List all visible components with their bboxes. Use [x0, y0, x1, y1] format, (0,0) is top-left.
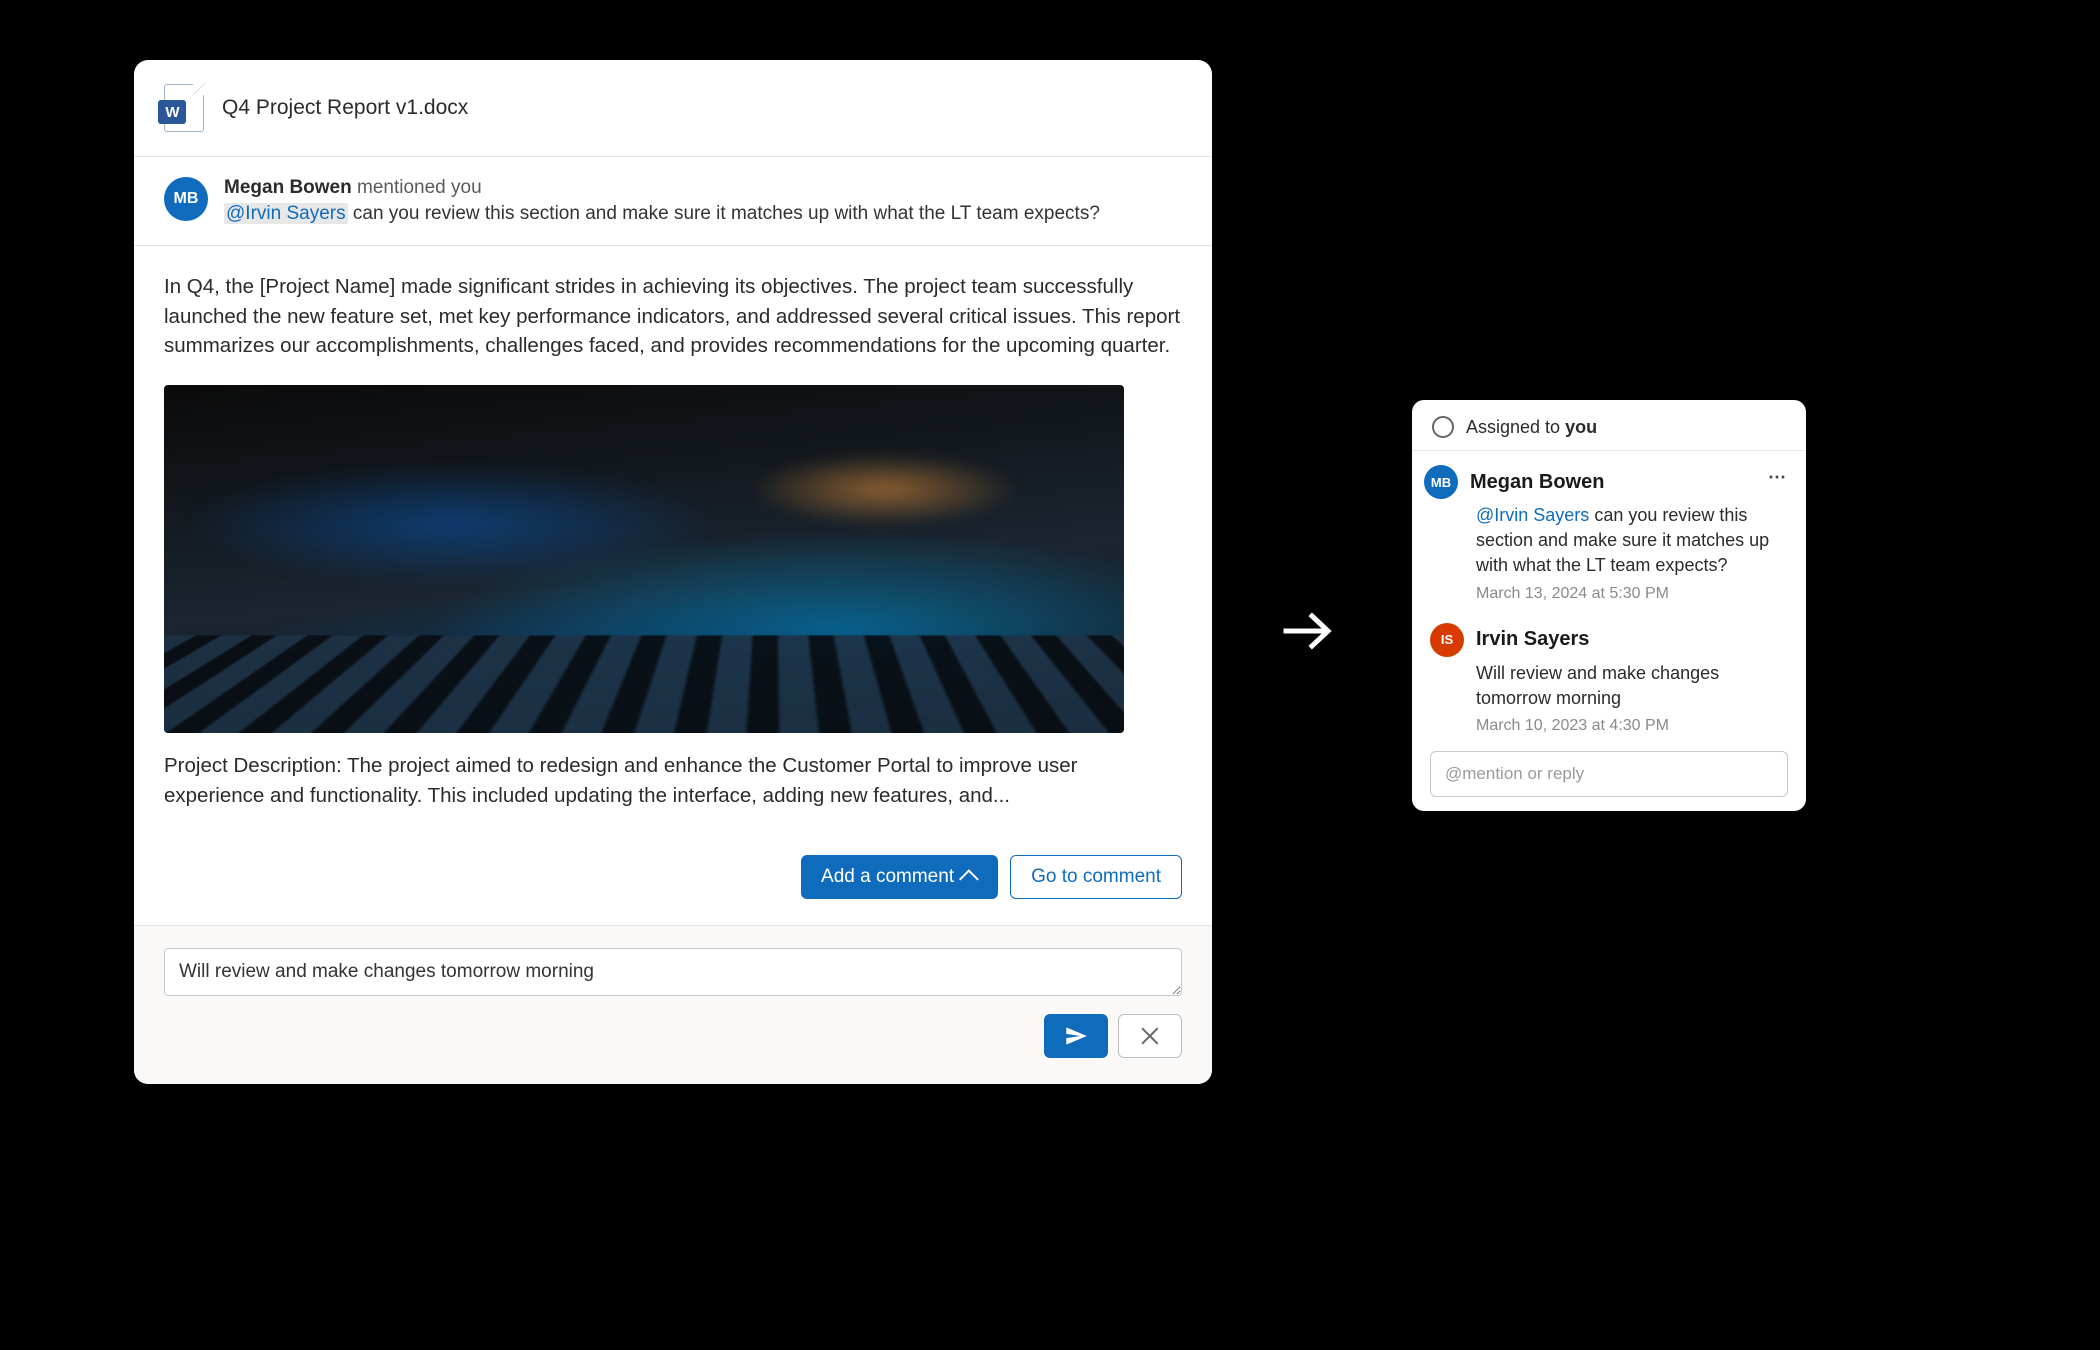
- thread-timestamp: March 13, 2024 at 5:30 PM: [1476, 585, 1786, 603]
- mention-suffix: mentioned you: [352, 177, 482, 198]
- reply-footer: [134, 925, 1212, 1084]
- mention-bar: MB Megan Bowen mentioned you @Irvin Saye…: [134, 157, 1212, 246]
- commenter-avatar: MB: [1424, 465, 1458, 499]
- commenter-name: Megan Bowen: [1470, 471, 1604, 494]
- author-name: Megan Bowen: [224, 177, 352, 198]
- assigned-you: you: [1565, 417, 1597, 437]
- mention-message: can you review this section and make sur…: [348, 203, 1100, 224]
- chevron-up-icon: [959, 869, 979, 889]
- file-title: Q4 Project Report v1.docx: [222, 96, 468, 120]
- thread-at-mention[interactable]: @Irvin Sayers: [1476, 505, 1589, 525]
- comment-notification-card: W Q4 Project Report v1.docx MB Megan Bow…: [134, 60, 1212, 1084]
- thread-item: ⋯ MB Megan Bowen @Irvin Sayers can you r…: [1412, 451, 1806, 609]
- cancel-button[interactable]: [1118, 1014, 1182, 1058]
- reply-textarea[interactable]: [164, 948, 1182, 996]
- thread-text: Will review and make changes tomorrow mo…: [1476, 661, 1786, 711]
- arrow-right-icon: [1280, 606, 1340, 661]
- body-actions: Add a comment Go to comment: [134, 851, 1212, 925]
- add-comment-label: Add a comment: [821, 866, 954, 888]
- document-paragraph-1: In Q4, the [Project Name] made significa…: [164, 272, 1182, 361]
- document-image: [164, 385, 1124, 733]
- thread-timestamp: March 10, 2023 at 4:30 PM: [1476, 717, 1786, 735]
- add-comment-button[interactable]: Add a comment: [801, 855, 998, 899]
- go-to-comment-label: Go to comment: [1031, 866, 1161, 888]
- thread-item: IS Irvin Sayers Will review and make cha…: [1412, 609, 1806, 741]
- go-to-comment-button[interactable]: Go to comment: [1010, 855, 1182, 899]
- document-preview: In Q4, the [Project Name] made significa…: [134, 246, 1212, 851]
- assigned-row[interactable]: Assigned to you: [1412, 400, 1806, 451]
- card-header: W Q4 Project Report v1.docx: [134, 60, 1212, 157]
- at-mention[interactable]: @Irvin Sayers: [224, 203, 348, 224]
- document-paragraph-2: Project Description: The project aimed t…: [164, 751, 1182, 810]
- close-icon: [1139, 1025, 1161, 1047]
- task-circle-icon[interactable]: [1432, 416, 1454, 438]
- commenter-name: Irvin Sayers: [1476, 628, 1589, 651]
- send-icon: [1063, 1023, 1089, 1049]
- mention-lines: Megan Bowen mentioned you @Irvin Sayers …: [224, 177, 1100, 225]
- assigned-label: Assigned to: [1466, 417, 1565, 437]
- send-button[interactable]: [1044, 1014, 1108, 1058]
- comment-thread-panel: Assigned to you ⋯ MB Megan Bowen @Irvin …: [1412, 400, 1806, 811]
- thread-reply-input[interactable]: [1430, 751, 1788, 797]
- commenter-avatar: IS: [1430, 623, 1464, 657]
- footer-actions: [164, 1014, 1182, 1058]
- thread-more-button[interactable]: ⋯: [1768, 467, 1788, 488]
- author-avatar: MB: [164, 177, 208, 221]
- word-document-icon: W: [164, 84, 204, 132]
